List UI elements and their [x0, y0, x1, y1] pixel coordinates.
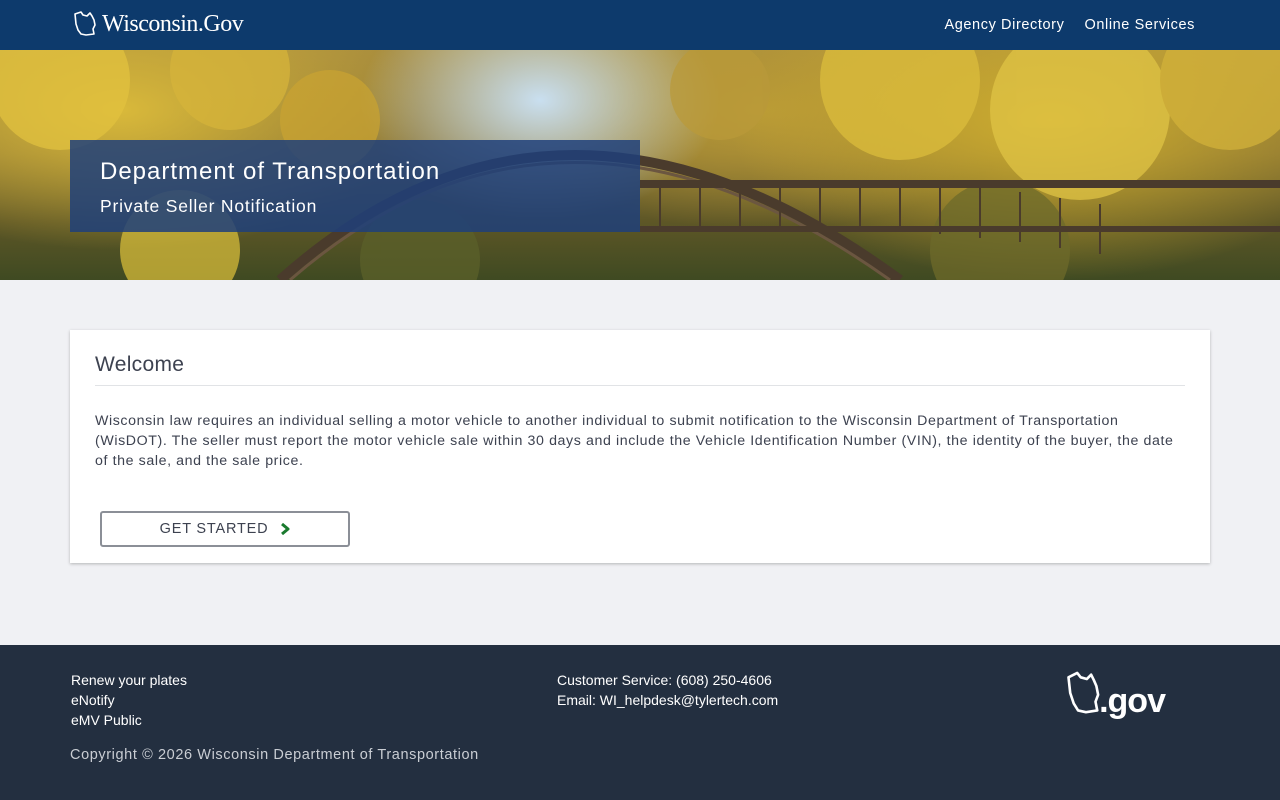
- gov-logo-text: .gov: [1099, 682, 1166, 720]
- customer-service-phone: Customer Service: (608) 250-4606: [557, 672, 772, 688]
- footer-link-enotify[interactable]: eNotify: [71, 692, 187, 708]
- get-started-label: GET STARTED: [159, 521, 269, 537]
- wisconsin-state-icon: [74, 11, 96, 36]
- chevron-right-icon: [281, 523, 290, 535]
- copyright: Copyright © 2026 Wisconsin Department of…: [70, 747, 479, 763]
- top-nav-bar: Wisconsin.Gov Agency Directory Online Se…: [0, 0, 1280, 50]
- footer-link-emv-public[interactable]: eMV Public: [71, 712, 187, 728]
- footer-links: Renew your plates eNotify eMV Public: [71, 672, 187, 728]
- nav-online-services[interactable]: Online Services: [1084, 17, 1195, 33]
- page-subtitle: Private Seller Notification: [100, 196, 318, 216]
- welcome-text: Wisconsin law requires an individual sel…: [95, 413, 1174, 469]
- wisconsin-gov-logo[interactable]: Wisconsin.Gov: [72, 8, 244, 40]
- hero-banner: Department of Transportation Private Sel…: [0, 50, 1280, 280]
- hero-title-box: Department of Transportation Private Sel…: [70, 140, 640, 232]
- helpdesk-email: Email: WI_helpdesk@tylertech.com: [557, 692, 779, 708]
- header-nav: Agency Directory Online Services: [944, 17, 1195, 33]
- footer-contact: Customer Service: (608) 250-4606 Email: …: [557, 672, 778, 708]
- welcome-divider: [95, 385, 1185, 386]
- nav-agency-directory[interactable]: Agency Directory: [944, 17, 1064, 33]
- get-started-button[interactable]: GET STARTED: [100, 511, 350, 547]
- footer-link-renew-plates[interactable]: Renew your plates: [71, 672, 187, 688]
- logo-text: Wisconsin.Gov: [102, 10, 244, 37]
- footer: Renew your plates eNotify eMV Public Cus…: [0, 645, 1280, 800]
- welcome-card: Welcome Wisconsin law requires an indivi…: [70, 330, 1210, 563]
- wi-gov-footer-logo[interactable]: .gov: [1065, 665, 1166, 720]
- page-title: Department of Transportation: [100, 158, 441, 185]
- welcome-heading: Welcome: [95, 353, 185, 376]
